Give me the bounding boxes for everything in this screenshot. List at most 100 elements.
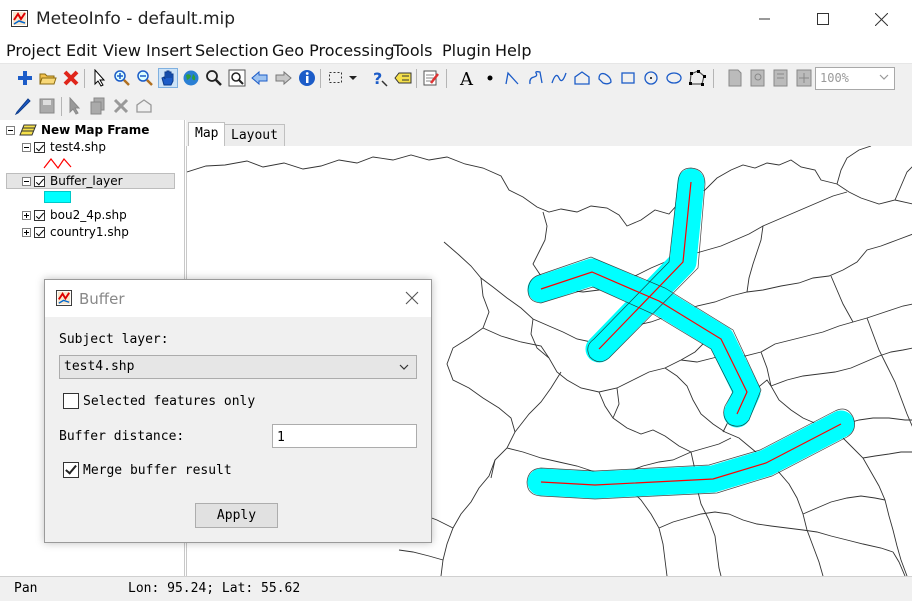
edit-document-icon [423, 70, 439, 86]
ellipse-tool[interactable] [664, 68, 684, 88]
status-mode: Pan [14, 581, 38, 596]
menu-geo-processing[interactable]: Geo Processing [272, 41, 395, 60]
status-bar: Pan Lon: 95.24; Lat: 55.62 [0, 576, 912, 601]
selection-rect-icon [329, 72, 342, 83]
copy-icon [90, 97, 105, 115]
collapse-icon[interactable] [22, 142, 31, 152]
layer-node-country1[interactable]: country1.shp [22, 224, 129, 240]
identify-zoom-tool[interactable] [204, 68, 224, 88]
layer-node-test4[interactable]: test4.shp [22, 139, 106, 155]
menu-project[interactable]: Project [6, 41, 61, 60]
apply-button[interactable]: Apply [195, 503, 278, 528]
curve-tool[interactable] [549, 68, 569, 88]
start-edit-button[interactable] [13, 96, 33, 116]
save-edits-button[interactable] [37, 96, 57, 116]
text-tool[interactable]: A [457, 68, 477, 88]
full-extent-button[interactable] [181, 68, 201, 88]
subject-layer-value: test4.shp [64, 359, 135, 374]
page-pan-button[interactable] [794, 68, 814, 88]
layer-visibility-checkbox[interactable] [34, 175, 45, 187]
buffer-dialog: Buffer Subject layer: test4.shp Selected… [44, 279, 432, 543]
forward-button[interactable] [273, 68, 293, 88]
menu-help[interactable]: Help [495, 41, 531, 60]
menu-view[interactable]: View [103, 41, 141, 60]
subject-layer-select[interactable]: test4.shp [59, 355, 417, 379]
edit-properties-button[interactable] [421, 68, 441, 88]
menu-bar: Project Edit View Insert Selection Geo P… [0, 38, 912, 63]
edit-vertices-tool[interactable] [687, 68, 707, 88]
layer-node-bou2[interactable]: bou2_4p.shp [22, 207, 127, 223]
zoom-in-tool[interactable] [112, 68, 132, 88]
add-feature-button[interactable] [134, 96, 154, 116]
pan-tool[interactable] [158, 68, 178, 88]
copy-feature-button[interactable] [88, 96, 108, 116]
add-layer-button[interactable] [15, 68, 35, 88]
tab-layout[interactable]: Layout [224, 124, 285, 146]
circle-tool[interactable] [641, 68, 661, 88]
collapse-icon[interactable] [22, 176, 31, 186]
dialog-title-bar[interactable]: Buffer [45, 280, 431, 317]
menu-edit[interactable]: Edit [66, 41, 97, 60]
buffer-distance-input[interactable] [272, 424, 417, 448]
close-window-button[interactable] [852, 0, 910, 38]
layer-visibility-checkbox[interactable] [34, 226, 45, 238]
collapse-icon[interactable] [6, 125, 15, 135]
back-button[interactable] [250, 68, 270, 88]
select-tool[interactable] [90, 68, 110, 88]
tab-map[interactable]: Map [188, 122, 226, 146]
selected-features-checkbox[interactable] [63, 393, 79, 409]
zoom-to-layer-button[interactable] [227, 68, 247, 88]
page-setup-button[interactable] [725, 68, 745, 88]
select-features-tool[interactable] [326, 68, 346, 88]
polygon-tool[interactable] [572, 68, 592, 88]
rectangle-tool[interactable] [618, 68, 638, 88]
point-tool[interactable] [480, 68, 500, 88]
close-icon[interactable] [405, 291, 419, 305]
toolbar-separator [320, 69, 321, 88]
expand-icon[interactable] [22, 210, 31, 220]
layer-node-buffer[interactable]: Buffer_layer [22, 173, 123, 189]
info-button[interactable] [297, 68, 317, 88]
open-button[interactable] [38, 68, 58, 88]
edit-select-tool[interactable] [66, 96, 86, 116]
layer-visibility-checkbox[interactable] [34, 209, 45, 221]
window-title: MeteoInfo - default.mip [36, 9, 236, 29]
freehand-tool[interactable] [526, 68, 546, 88]
ellipse-icon [666, 72, 682, 84]
zoom-level-select[interactable]: 100% [815, 67, 895, 90]
toolbar-separator [61, 97, 62, 116]
menu-selection[interactable]: Selection [195, 41, 269, 60]
zoom-in-icon [114, 70, 130, 86]
chevron-down-icon [399, 364, 409, 370]
dialog-title: Buffer [79, 290, 125, 308]
main-toolbar: ? A 100% [0, 63, 912, 92]
circle-icon [644, 71, 658, 85]
polyline-tool[interactable] [503, 68, 523, 88]
label-tag-icon [394, 72, 412, 84]
layer-visibility-checkbox[interactable] [34, 141, 45, 153]
menu-insert[interactable]: Insert [146, 41, 192, 60]
menu-plugin[interactable]: Plugin [442, 41, 491, 60]
maximize-button[interactable] [794, 0, 852, 38]
menu-tools[interactable]: Tools [393, 41, 432, 60]
page-zoom-in-button[interactable] [748, 68, 768, 88]
expand-icon[interactable] [22, 227, 31, 237]
page-fit-button[interactable] [771, 68, 791, 88]
curve-polygon-tool[interactable] [595, 68, 615, 88]
minimize-button[interactable] [736, 0, 794, 38]
help-button[interactable]: ? [369, 68, 389, 88]
zoom-out-tool[interactable] [135, 68, 155, 88]
select-dropdown[interactable] [346, 68, 360, 88]
chevron-down-icon [879, 74, 889, 80]
layer-label: Buffer_layer [50, 174, 123, 188]
delete-feature-button[interactable] [111, 96, 131, 116]
remove-layer-button[interactable] [61, 68, 81, 88]
merge-buffer-checkbox[interactable] [63, 462, 79, 478]
info-icon [299, 70, 315, 86]
freehand-icon [529, 71, 543, 85]
polygon-symbol-swatch [44, 191, 71, 203]
globe-icon [183, 70, 199, 86]
arrow-pointer-icon [94, 69, 106, 87]
label-tool[interactable] [393, 68, 413, 88]
map-frame-node[interactable]: New Map Frame [6, 122, 149, 138]
